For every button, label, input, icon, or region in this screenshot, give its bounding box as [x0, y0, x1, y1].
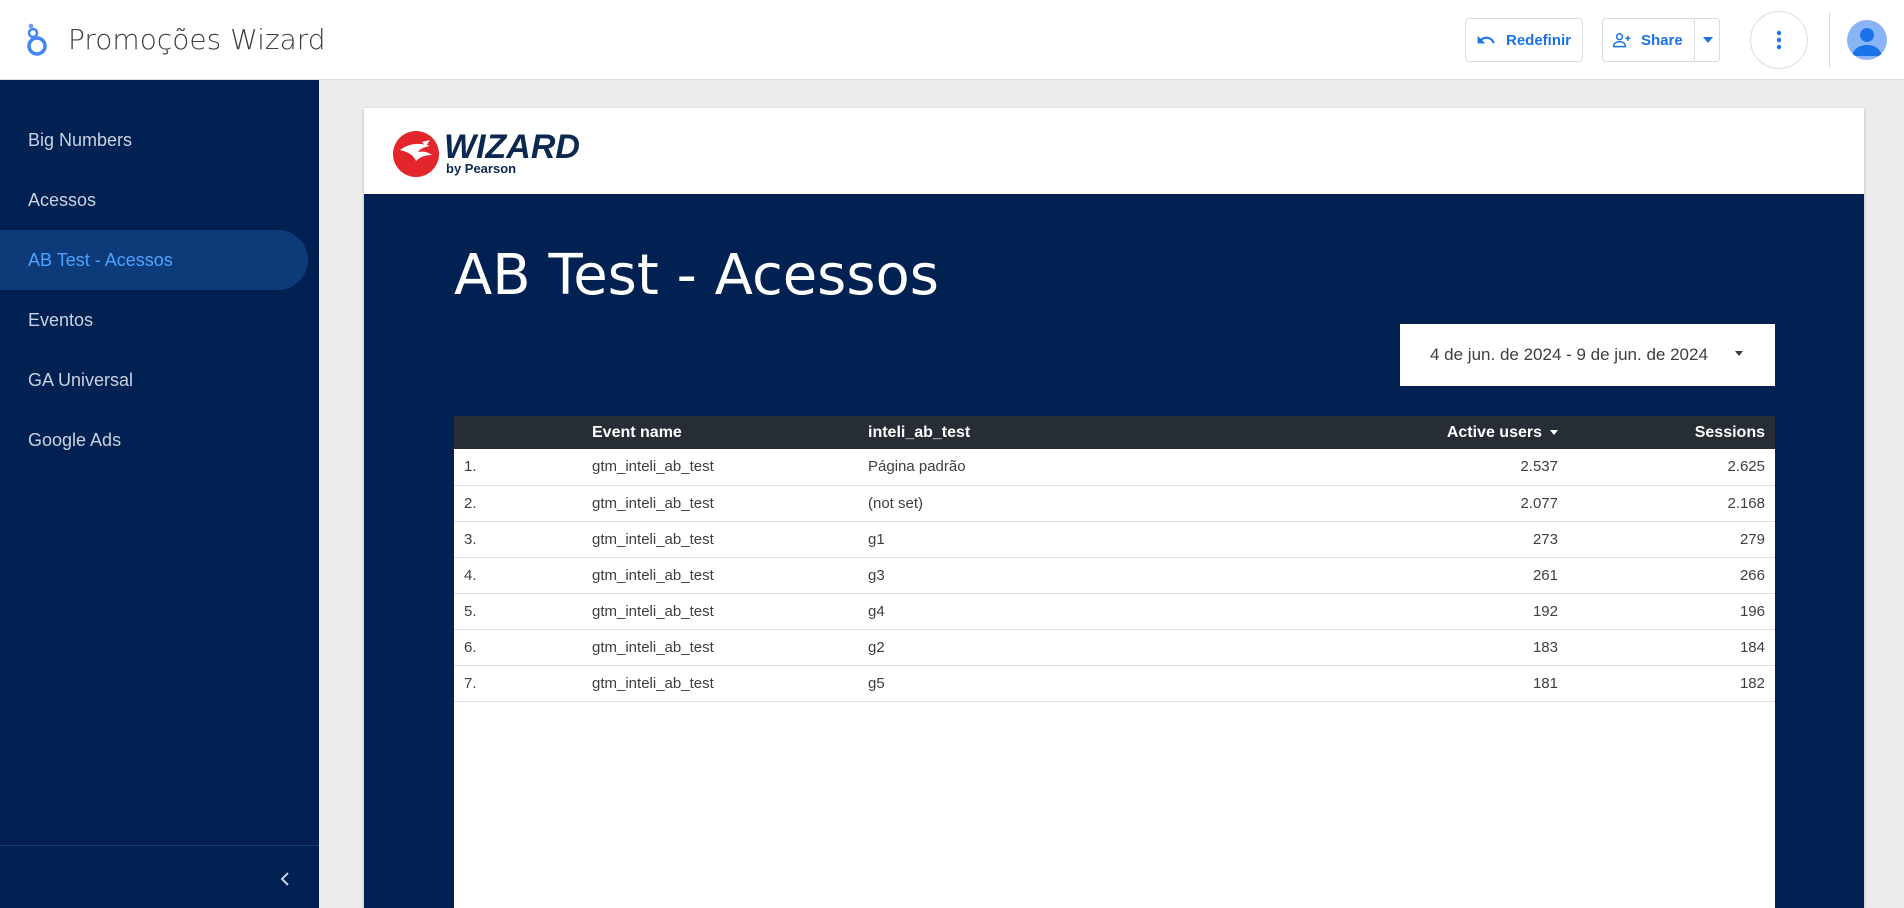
sidebar-item-acessos[interactable]: Acessos [0, 170, 308, 230]
more-vert-icon [1776, 30, 1782, 50]
table-row[interactable]: 3. gtm_inteli_ab_test g1 273 279 [454, 521, 1775, 557]
row-index: 7. [464, 674, 477, 692]
table-row[interactable]: 4. gtm_inteli_ab_test g3 261 266 [454, 557, 1775, 593]
column-header-event-name[interactable]: Event name [582, 416, 858, 449]
sidebar-divider [0, 845, 319, 846]
cell-sessions: 2.625 [1727, 458, 1765, 476]
cell-event-name: gtm_inteli_ab_test [592, 494, 714, 512]
table-row[interactable]: 1. gtm_inteli_ab_test Página padrão 2.53… [454, 449, 1775, 485]
cell-variant: g1 [868, 530, 885, 548]
cell-variant: Página padrão [868, 458, 966, 476]
cell-active-users: 183 [1532, 638, 1558, 656]
page-title: AB Test - Acessos [454, 243, 939, 308]
cell-event-name: gtm_inteli_ab_test [592, 458, 714, 476]
table-row[interactable]: 7. gtm_inteli_ab_test g5 181 182 [454, 665, 1775, 701]
cell-active-users: 181 [1532, 674, 1558, 692]
column-header-sessions[interactable]: Sessions [1568, 416, 1775, 449]
cell-variant: g5 [868, 674, 885, 692]
cell-variant: g3 [868, 566, 885, 584]
cell-active-users: 261 [1532, 566, 1558, 584]
date-range-picker[interactable]: 4 de jun. de 2024 - 9 de jun. de 2024 [1400, 324, 1775, 386]
share-button[interactable]: Share [1602, 18, 1720, 62]
cell-active-users: 2.077 [1520, 494, 1558, 512]
table-row[interactable]: 6. gtm_inteli_ab_test g2 183 184 [454, 629, 1775, 665]
cell-event-name: gtm_inteli_ab_test [592, 674, 714, 692]
column-header-active-users[interactable]: Active users [1258, 416, 1568, 449]
table-row[interactable]: 5. gtm_inteli_ab_test g4 192 196 [454, 593, 1775, 629]
caret-down-icon [1735, 351, 1743, 356]
row-index: 4. [464, 566, 477, 584]
report-canvas: WIZARD by Pearson AB Test - Acessos 4 de… [364, 108, 1864, 908]
cell-sessions: 266 [1739, 566, 1765, 584]
account-avatar-icon[interactable] [1847, 20, 1887, 60]
reset-button-label: Redefinir [1506, 31, 1572, 49]
looker-studio-icon[interactable] [24, 22, 50, 58]
wizard-logo: WIZARD by Pearson [393, 128, 580, 177]
caret-down-icon [1702, 37, 1713, 43]
undo-icon [1477, 35, 1495, 44]
cell-variant: g4 [868, 602, 885, 620]
column-header-active-users-label: Active users [1446, 423, 1542, 441]
cell-variant: g2 [868, 638, 885, 656]
report-header: WIZARD by Pearson [364, 108, 1864, 194]
cell-sessions: 184 [1739, 638, 1765, 656]
row-index: 1. [464, 458, 477, 476]
reset-button[interactable]: Redefinir [1465, 18, 1583, 62]
person-add-icon [1612, 33, 1631, 48]
more-options-button[interactable] [1750, 11, 1808, 69]
cell-event-name: gtm_inteli_ab_test [592, 638, 714, 656]
sort-desc-icon [1550, 429, 1558, 435]
table-header-row: Event name inteli_ab_test Active users S… [454, 416, 1775, 449]
column-header-inteli-ab-test[interactable]: inteli_ab_test [858, 416, 1258, 449]
cell-sessions: 196 [1739, 602, 1765, 620]
share-dropdown-button[interactable] [1695, 19, 1720, 61]
sidebar-item-ga-universal[interactable]: GA Universal [0, 350, 308, 410]
row-index: 3. [464, 530, 477, 548]
cell-active-users: 273 [1532, 530, 1558, 548]
share-button-label: Share [1641, 31, 1683, 49]
row-index: 2. [464, 494, 477, 512]
cell-event-name: gtm_inteli_ab_test [592, 602, 714, 620]
sidebar: Big Numbers Acessos AB Test - Acessos Ev… [0, 80, 319, 908]
top-bar: Promoções Wizard Redefinir Share [0, 0, 1904, 80]
cell-active-users: 2.537 [1520, 458, 1558, 476]
svg-text:by Pearson: by Pearson [446, 161, 516, 176]
row-index: 5. [464, 602, 477, 620]
cell-sessions: 2.168 [1727, 494, 1765, 512]
sidebar-item-eventos[interactable]: Eventos [0, 290, 308, 350]
sidebar-item-ab-test-acessos[interactable]: AB Test - Acessos [0, 230, 308, 290]
sidebar-item-google-ads[interactable]: Google Ads [0, 410, 308, 470]
cell-variant: (not set) [868, 494, 924, 512]
toolbar-divider [1829, 12, 1830, 68]
row-index: 6. [464, 638, 477, 656]
date-range-value: 4 de jun. de 2024 - 9 de jun. de 2024 [1430, 345, 1708, 364]
cell-event-name: gtm_inteli_ab_test [592, 530, 714, 548]
column-header-index [454, 416, 582, 449]
collapse-sidebar-button[interactable] [270, 864, 300, 894]
results-table: Event name inteli_ab_test Active users S… [454, 416, 1775, 908]
chevron-left-icon [280, 872, 289, 886]
report-title[interactable]: Promoções Wizard [68, 22, 326, 58]
cell-event-name: gtm_inteli_ab_test [592, 566, 714, 584]
cell-sessions: 279 [1739, 530, 1765, 548]
sidebar-item-big-numbers[interactable]: Big Numbers [0, 110, 308, 170]
cell-active-users: 192 [1532, 602, 1558, 620]
table-row[interactable]: 2. gtm_inteli_ab_test (not set) 2.077 2.… [454, 485, 1775, 521]
cell-sessions: 182 [1739, 674, 1765, 692]
